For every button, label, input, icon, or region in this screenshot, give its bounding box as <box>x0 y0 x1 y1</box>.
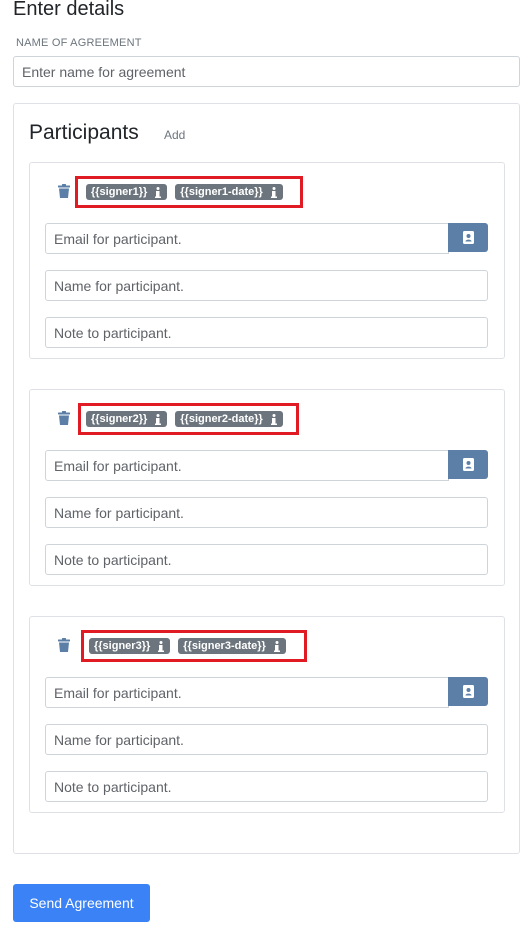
contact-card-icon <box>462 231 474 244</box>
page-title: Enter details <box>13 0 125 20</box>
contact-card-icon <box>462 458 474 471</box>
participant-email-input[interactable] <box>45 677 449 708</box>
signer-tag[interactable]: {{signer3}} <box>89 638 171 654</box>
participants-title: Participants <box>29 121 139 144</box>
signer-tag-label: {{signer3}} <box>94 640 151 652</box>
participant-email-input[interactable] <box>45 450 449 481</box>
contact-card-icon <box>462 685 474 698</box>
participant-email-input[interactable] <box>45 223 449 254</box>
signer-tag-label: {{signer1}} <box>91 186 148 198</box>
participant-note-input[interactable] <box>45 771 488 802</box>
participant-card-2: {{signer2}} {{signer2-date}} <box>29 389 505 586</box>
info-icon[interactable] <box>270 413 277 425</box>
trash-icon[interactable] <box>58 411 70 425</box>
participant-name-input[interactable] <box>45 270 488 301</box>
signer-date-tag-label: {{signer1-date}} <box>180 186 263 198</box>
info-icon[interactable] <box>158 640 165 652</box>
info-icon[interactable] <box>270 186 277 198</box>
trash-icon[interactable] <box>58 638 70 652</box>
add-participant-link[interactable]: Add <box>164 128 185 142</box>
send-agreement-button[interactable]: Send Agreement <box>13 884 150 922</box>
signer-date-tag-label: {{signer2-date}} <box>180 413 263 425</box>
participant-name-input[interactable] <box>45 497 488 528</box>
info-icon[interactable] <box>155 413 162 425</box>
trash-icon[interactable] <box>58 184 70 198</box>
contact-picker-button[interactable] <box>448 223 488 252</box>
participant-card-3: {{signer3}} {{signer3-date}} <box>29 616 505 813</box>
agreement-name-input[interactable] <box>13 56 520 87</box>
signer-tag[interactable]: {{signer2}} <box>86 411 168 427</box>
participant-card-1: {{signer1}} {{signer1-date}} <box>29 162 505 359</box>
signer-tag-label: {{signer2}} <box>91 413 148 425</box>
info-icon[interactable] <box>155 186 162 198</box>
signer-tag[interactable]: {{signer1}} <box>86 184 168 200</box>
info-icon[interactable] <box>273 640 280 652</box>
contact-picker-button[interactable] <box>448 450 488 479</box>
merge-tags-highlight: {{signer3}} {{signer3-date}} <box>81 630 307 662</box>
signer-date-tag-label: {{signer3-date}} <box>183 640 266 652</box>
signer-date-tag[interactable]: {{signer2-date}} <box>175 411 283 427</box>
merge-tags-highlight: {{signer2}} {{signer2-date}} <box>78 403 299 435</box>
merge-tags-highlight: {{signer1}} {{signer1-date}} <box>75 176 303 208</box>
signer-date-tag[interactable]: {{signer3-date}} <box>178 638 286 654</box>
participant-name-input[interactable] <box>45 724 488 755</box>
agreement-name-label: NAME OF AGREEMENT <box>16 37 142 49</box>
signer-date-tag[interactable]: {{signer1-date}} <box>175 184 283 200</box>
participant-note-input[interactable] <box>45 544 488 575</box>
participants-card: Participants Add {{signer1}} {{signer1-d… <box>13 103 520 854</box>
participant-note-input[interactable] <box>45 317 488 348</box>
contact-picker-button[interactable] <box>448 677 488 706</box>
